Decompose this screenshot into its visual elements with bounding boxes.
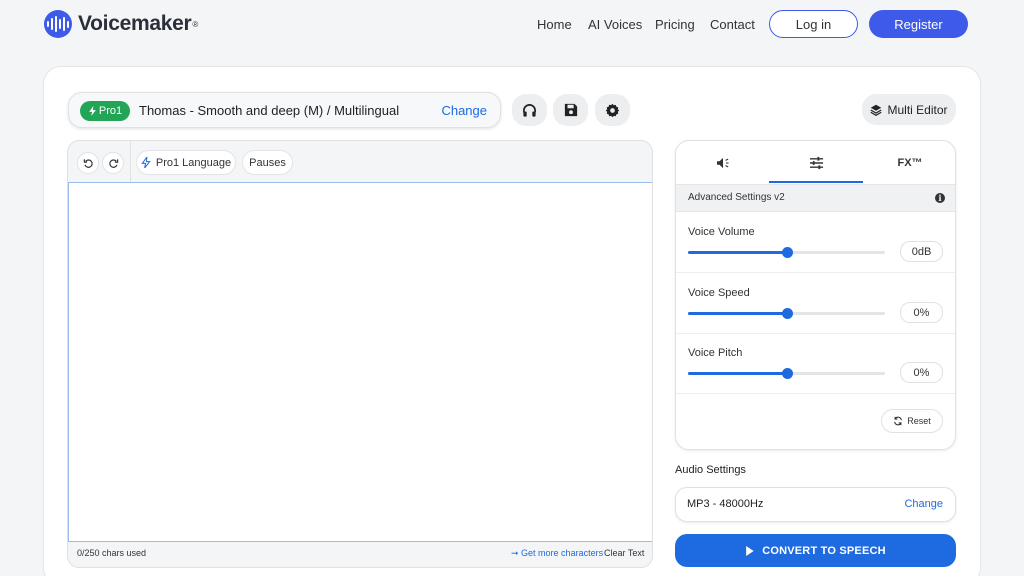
- undo-icon: [83, 158, 94, 169]
- logo-text: Voicemaker: [78, 12, 191, 36]
- advanced-settings-title: Advanced Settings v2: [688, 192, 785, 203]
- save-button[interactable]: [553, 94, 588, 126]
- pro1-language-label: Pro1 Language: [156, 157, 231, 169]
- settings-panel: FX™ Advanced Settings v2 i Voice Volume …: [675, 140, 956, 450]
- nav-pricing[interactable]: Pricing: [655, 17, 695, 32]
- multi-editor-button[interactable]: Multi Editor: [862, 94, 956, 125]
- active-tab-indicator: [769, 181, 863, 183]
- nav-home[interactable]: Home: [537, 17, 572, 32]
- setting-voice-pitch: Voice Pitch 0%: [676, 334, 956, 394]
- pro-badge: Pro1: [80, 101, 130, 121]
- setting-value: 0%: [900, 302, 943, 323]
- preview-button[interactable]: [512, 94, 547, 126]
- headphones-icon: [522, 103, 537, 118]
- tab-fx-label: FX™: [897, 157, 922, 169]
- chars-used: 0/250 chars used: [77, 548, 146, 558]
- nav-ai-voices[interactable]: AI Voices: [588, 17, 642, 32]
- gear-icon: [605, 103, 620, 118]
- settings-button[interactable]: [595, 94, 630, 126]
- reset-label: Reset: [907, 416, 931, 426]
- slider-thumb[interactable]: [782, 247, 793, 258]
- login-button[interactable]: Log in: [769, 10, 858, 38]
- text-input[interactable]: [68, 182, 653, 542]
- advanced-settings-bar: Advanced Settings v2 i: [676, 184, 956, 212]
- setting-label: Voice Speed: [688, 287, 750, 299]
- pro1-language-button[interactable]: Pro1 Language: [136, 150, 236, 175]
- redo-icon: [108, 158, 119, 169]
- play-icon: [745, 546, 754, 556]
- nav-contact[interactable]: Contact: [710, 17, 755, 32]
- voice-selector[interactable]: Pro1 Thomas - Smooth and deep (M) / Mult…: [68, 92, 501, 128]
- setting-label: Voice Pitch: [688, 347, 742, 359]
- reset-button[interactable]: Reset: [881, 409, 943, 433]
- pro-badge-label: Pro1: [99, 105, 122, 117]
- logo-waveform-icon: [44, 10, 72, 38]
- setting-voice-volume: Voice Volume 0dB: [676, 213, 956, 273]
- get-more-characters-link[interactable]: ➞ Get more characters: [511, 548, 603, 559]
- logo-registered-mark: ®: [192, 20, 198, 29]
- bolt-icon: [88, 106, 97, 116]
- slider-fill: [688, 251, 787, 254]
- audio-format-selector[interactable]: MP3 - 48000Hz Change: [675, 487, 956, 522]
- register-button[interactable]: Register: [869, 10, 968, 38]
- layers-icon: [870, 104, 882, 116]
- tab-sliders[interactable]: [769, 141, 863, 184]
- audio-settings-title: Audio Settings: [675, 464, 746, 476]
- volume-icon: [716, 157, 730, 169]
- text-editor: Pro1 Language Pauses 0/250 chars used ➞ …: [67, 140, 653, 568]
- setting-label: Voice Volume: [688, 226, 755, 238]
- speed-slider[interactable]: [688, 312, 885, 315]
- save-icon: [564, 103, 578, 117]
- pauses-label: Pauses: [249, 157, 286, 169]
- multi-editor-label: Multi Editor: [887, 103, 947, 117]
- tab-volume[interactable]: [676, 141, 769, 184]
- logo[interactable]: Voicemaker ®: [44, 10, 198, 38]
- info-icon[interactable]: i: [935, 193, 945, 203]
- convert-to-speech-button[interactable]: CONVERT TO SPEECH: [675, 534, 956, 567]
- slider-thumb[interactable]: [782, 368, 793, 379]
- voice-change-link[interactable]: Change: [441, 103, 487, 118]
- setting-voice-speed: Voice Speed 0%: [676, 274, 956, 334]
- redo-button[interactable]: [102, 152, 124, 174]
- sliders-icon: [809, 156, 824, 170]
- audio-format-value: MP3 - 48000Hz: [687, 498, 763, 510]
- setting-value: 0%: [900, 362, 943, 383]
- pauses-button[interactable]: Pauses: [242, 150, 293, 175]
- slider-thumb[interactable]: [782, 308, 793, 319]
- convert-label: CONVERT TO SPEECH: [762, 545, 886, 557]
- refresh-icon: [893, 416, 903, 426]
- undo-button[interactable]: [77, 152, 99, 174]
- setting-value: 0dB: [900, 241, 943, 262]
- slider-fill: [688, 312, 787, 315]
- slider-fill: [688, 372, 787, 375]
- audio-change-link[interactable]: Change: [904, 498, 943, 510]
- get-more-characters-label: Get more characters: [521, 548, 603, 558]
- voice-name: Thomas - Smooth and deep (M) / Multiling…: [139, 103, 399, 118]
- tab-fx[interactable]: FX™: [863, 141, 956, 184]
- volume-slider[interactable]: [688, 251, 885, 254]
- bolt-icon: [141, 157, 151, 168]
- clear-text-link[interactable]: Clear Text: [604, 548, 644, 558]
- pitch-slider[interactable]: [688, 372, 885, 375]
- toolbar-divider: [130, 141, 131, 182]
- arrow-right-icon: ➞: [511, 548, 521, 558]
